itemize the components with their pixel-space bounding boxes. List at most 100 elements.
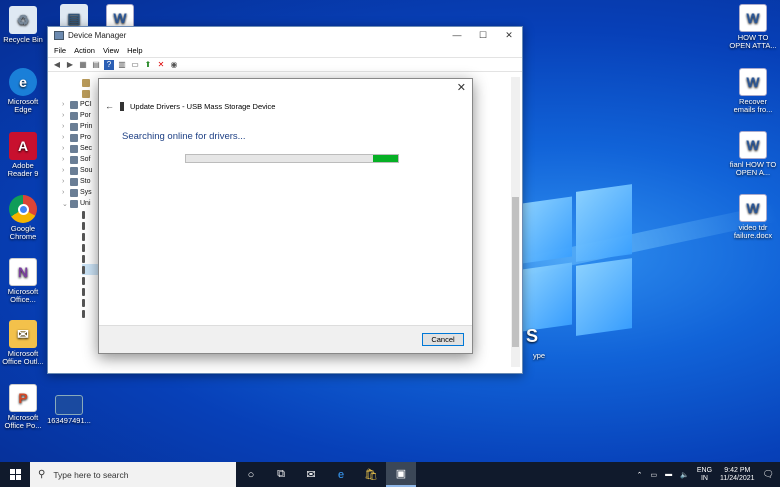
tree-item[interactable]: › Prin xyxy=(62,121,100,132)
tree-item[interactable]: › Por xyxy=(62,110,100,121)
edge-taskbar-icon[interactable]: e xyxy=(326,462,356,487)
desktop-icon-label: 163497491... xyxy=(47,416,91,425)
dialog-title: Update Drivers - USB Mass Storage Device xyxy=(130,101,276,111)
mail-icon[interactable]: ✉ xyxy=(296,462,326,487)
tree-item[interactable]: › Pro xyxy=(62,132,100,143)
menu-view[interactable]: View xyxy=(103,46,119,55)
desktop-icon-label: Microsoft Office Po... xyxy=(4,413,42,430)
tree-item[interactable]: › Sys xyxy=(62,187,100,198)
device-tree: › PCI › Por › Prin › Pro › Sec › Sof › Sou › Sto… xyxy=(62,77,100,319)
desktop-icon-office[interactable]: N Microsoft Office... xyxy=(1,258,45,304)
title-bar: Device Manager — ☐ ✕ xyxy=(48,27,522,44)
uninstall-icon[interactable]: ✕ xyxy=(156,60,166,70)
scan-icon[interactable]: ◉ xyxy=(169,60,179,70)
window-title: Device Manager xyxy=(68,31,127,40)
forward-icon[interactable]: ▶ xyxy=(65,60,75,70)
progress-bar xyxy=(185,154,399,163)
usb-device-icon xyxy=(120,101,124,111)
desktop-icon-label: video tdr failure.docx xyxy=(733,223,773,240)
close-icon[interactable]: ✕ xyxy=(457,81,466,94)
search-placeholder: Type here to search xyxy=(53,469,129,480)
minimize-button[interactable]: — xyxy=(444,30,470,41)
search-icon: ⚲ xyxy=(38,469,46,480)
desktop-icon-doc-3[interactable]: W fianl HOW TO OPEN A... xyxy=(728,131,778,177)
close-button[interactable]: ✕ xyxy=(496,30,522,41)
desktop-icon-file[interactable]: 163497491... xyxy=(47,395,91,425)
speaker-icon[interactable]: 🔈 xyxy=(680,471,689,479)
cortana-icon[interactable]: ○ xyxy=(236,462,266,487)
task-view-icon[interactable]: ⧉ xyxy=(266,462,296,487)
store-icon[interactable]: 🛍 xyxy=(356,462,386,487)
clock-date: 11/24/2021 xyxy=(720,474,755,482)
outlook-icon: ✉ xyxy=(9,320,37,348)
menu-action[interactable]: Action xyxy=(74,46,95,55)
adobe-reader-icon: A xyxy=(9,132,37,160)
desktop-icon-recycle-bin[interactable]: ♻ Recycle Bin xyxy=(1,6,45,44)
tree-item[interactable]: › Sto xyxy=(62,176,100,187)
monitor-icon[interactable]: ▭ xyxy=(130,60,140,70)
tree-item[interactable]: › PCI xyxy=(62,99,100,110)
back-arrow-icon[interactable]: ← xyxy=(105,101,114,111)
taskbar: ⚲ Type here to search ○ ⧉ ✉ e 🛍 ▣ ⌃ ▭ ▬ … xyxy=(0,462,780,487)
recycle-bin-icon: ♻ xyxy=(9,6,37,34)
start-button[interactable] xyxy=(0,462,30,487)
desktop-icon-label: Microsoft Office Outl... xyxy=(2,349,44,366)
tree-item-expanded[interactable]: ⌄ Uni xyxy=(62,198,100,209)
maximize-button[interactable]: ☐ xyxy=(470,30,496,41)
desktop-icon-outlook[interactable]: ✉ Microsoft Office Outl... xyxy=(1,320,45,366)
tree-item[interactable]: › Sec xyxy=(62,143,100,154)
update-driver-icon[interactable]: ⬆ xyxy=(143,60,153,70)
desktop-icon-powerpoint[interactable]: P Microsoft Office Po... xyxy=(1,384,45,430)
menu-file[interactable]: File xyxy=(54,46,66,55)
word-doc-icon: W xyxy=(739,131,767,159)
desktop-icon-chrome[interactable]: Google Chrome xyxy=(1,195,45,241)
scrollbar-thumb[interactable] xyxy=(512,197,519,347)
desktop-icon-adobe-reader[interactable]: A Adobe Reader 9 xyxy=(1,132,45,178)
desktop-icon-label: Google Chrome xyxy=(9,224,37,241)
taskbar-search-box[interactable]: ⚲ Type here to search xyxy=(30,462,236,487)
help-icon[interactable]: ? xyxy=(104,59,114,70)
vertical-scrollbar[interactable] xyxy=(511,77,520,367)
chrome-icon xyxy=(9,195,37,223)
windows-start-icon xyxy=(9,469,21,480)
desktop-icon-doc-4[interactable]: W video tdr failure.docx xyxy=(728,194,778,240)
list-icon[interactable]: ▤ xyxy=(91,60,101,70)
word-doc-icon: W xyxy=(739,194,767,222)
search-status-text: Searching online for drivers... xyxy=(122,131,246,142)
desktop-icon-label: Microsoft Office... xyxy=(7,287,39,304)
system-tray: ⌃ ▭ ▬ 🔈 ENG IN 9:42 PM 11/24/2021 🗨 xyxy=(637,467,780,483)
toolbar: ◀ ▶ ▦ ▤ ? ▥ ▭ ⬆ ✕ ◉ xyxy=(48,57,522,72)
word-doc-icon: W xyxy=(739,68,767,96)
chevron-up-icon[interactable]: ⌃ xyxy=(637,471,643,479)
desktop-icon-label: Recycle Bin xyxy=(3,35,43,44)
back-icon[interactable]: ◀ xyxy=(52,60,62,70)
menu-help[interactable]: Help xyxy=(127,46,142,55)
battery-icon[interactable]: ▬ xyxy=(665,471,672,478)
device-manager-taskbar-icon[interactable]: ▣ xyxy=(386,462,416,487)
dialog-footer: Cancel xyxy=(99,325,472,353)
clock[interactable]: 9:42 PM 11/24/2021 xyxy=(720,467,755,483)
dialog-header: ← Update Drivers - USB Mass Storage Devi… xyxy=(105,101,275,111)
menu-bar: File Action View Help xyxy=(48,44,522,57)
desktop-icon-doc-2[interactable]: W Recover emails fro... xyxy=(728,68,778,114)
network-icon[interactable]: ▭ xyxy=(651,471,658,479)
windows-logo-wallpaper xyxy=(522,184,632,338)
desktop-icon-label: Adobe Reader 9 xyxy=(7,161,39,178)
desktop-icon-doc-1[interactable]: W HOW TO OPEN ATTA... xyxy=(728,4,778,50)
desktop-icon-edge[interactable]: e Microsoft Edge xyxy=(1,68,45,114)
properties-icon[interactable]: ▦ xyxy=(78,60,88,70)
edge-icon: e xyxy=(9,68,37,96)
desktop-icon-label: HOW TO OPEN ATTA... xyxy=(729,33,777,50)
tree-item[interactable]: › Sof xyxy=(62,154,100,165)
office-icon: N xyxy=(9,258,37,286)
desktop-icon-label: Recover emails fro... xyxy=(733,97,773,114)
cancel-button[interactable]: Cancel xyxy=(422,333,464,346)
progress-fill xyxy=(372,155,398,162)
update-drivers-dialog: ✕ ← Update Drivers - USB Mass Storage De… xyxy=(98,78,473,354)
tree-item[interactable]: › Sou xyxy=(62,165,100,176)
language-indicator[interactable]: ENG IN xyxy=(697,467,712,483)
powerpoint-icon: P xyxy=(9,384,37,412)
image-file-icon xyxy=(55,395,83,415)
notification-icon[interactable]: 🗨 xyxy=(763,469,774,480)
details-icon[interactable]: ▥ xyxy=(117,60,127,70)
